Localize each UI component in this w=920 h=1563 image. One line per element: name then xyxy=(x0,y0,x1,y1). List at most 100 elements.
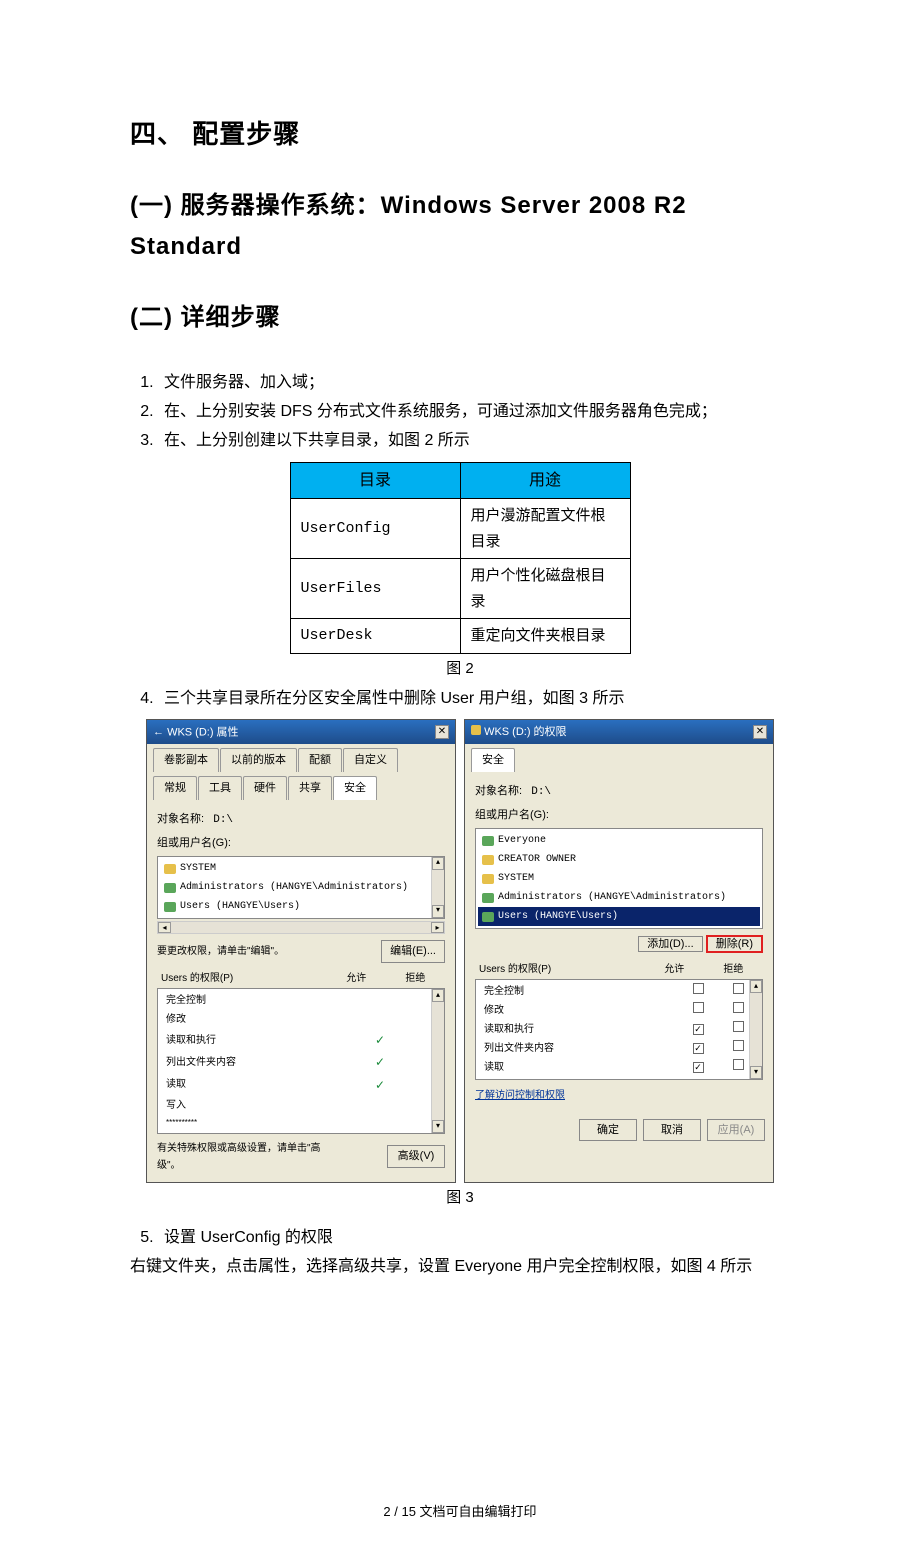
users-icon xyxy=(482,912,494,922)
h-scrollbar[interactable]: ◂▸ xyxy=(157,921,445,934)
deny-checkbox[interactable] xyxy=(733,1059,744,1070)
group-item[interactable]: Administrators (HANGYE\Administrators) xyxy=(180,879,408,896)
arrow-left-icon[interactable]: ◂ xyxy=(158,922,171,933)
edit-button[interactable]: 编辑(E)... xyxy=(381,940,445,963)
tab[interactable]: 共享 xyxy=(288,776,332,800)
ok-button[interactable]: 确定 xyxy=(579,1119,637,1142)
tab-security[interactable]: 安全 xyxy=(471,748,515,772)
tab[interactable]: 以前的版本 xyxy=(220,748,297,772)
perm-name: ********** xyxy=(162,1115,360,1131)
users-icon xyxy=(482,893,494,903)
tab-row-2[interactable]: 常规 工具 硬件 共享 安全 xyxy=(153,776,449,800)
deny-checkbox[interactable] xyxy=(733,1021,744,1032)
object-name-label: 对象名称: xyxy=(475,785,522,797)
title-text: ← WKS (D:) 属性 xyxy=(153,723,239,742)
perm-name: 修改 xyxy=(480,1001,678,1020)
deny-checkbox[interactable] xyxy=(733,1002,744,1013)
object-name-value: D:\ xyxy=(213,814,233,826)
step-5: 设置 UserConfig 的权限 xyxy=(158,1224,790,1251)
step-5-text: 右键文件夹，点击属性，选择高级共享，设置 Everyone 用户完全控制权限，如… xyxy=(130,1253,790,1280)
arrow-down-icon[interactable]: ▾ xyxy=(432,1120,444,1133)
step-2: 在、上分别安装 DFS 分布式文件系统服务，可通过添加文件服务器角色完成； xyxy=(158,398,790,425)
deny-checkbox[interactable] xyxy=(733,1040,744,1051)
tab[interactable]: 工具 xyxy=(198,776,242,800)
tab-security[interactable]: 安全 xyxy=(333,776,377,800)
th-dir: 目录 xyxy=(290,463,460,499)
groups-label: 组或用户名(G): xyxy=(157,834,445,853)
arrow-up-icon[interactable]: ▴ xyxy=(750,980,762,993)
groups-listbox[interactable]: Everyone CREATOR OWNER SYSTEM Administra… xyxy=(475,828,763,929)
deny-col: 拒绝 xyxy=(704,960,763,979)
perm-lbl: Users 的权限(P) xyxy=(157,969,327,988)
perm-name: 读取 xyxy=(480,1058,678,1077)
advanced-button[interactable]: 高级(V) xyxy=(387,1145,445,1168)
group-item[interactable]: Administrators (HANGYE\Administrators) xyxy=(498,889,726,906)
apply-button[interactable]: 应用(A) xyxy=(707,1119,765,1142)
arrow-right-icon[interactable]: ▸ xyxy=(431,922,444,933)
tab[interactable]: 配额 xyxy=(298,748,342,772)
group-item[interactable]: SYSTEM xyxy=(180,860,216,877)
group-item-selected[interactable]: Users (HANGYE\Users) xyxy=(498,908,618,925)
figure-2-caption: 图 2 xyxy=(130,656,790,682)
permissions-table: Users 的权限(P)允许拒绝 xyxy=(475,960,763,979)
group-item[interactable]: SYSTEM xyxy=(498,870,534,887)
allow-checkbox[interactable]: ✓ xyxy=(693,1062,704,1073)
check-icon: ✓ xyxy=(375,1033,385,1047)
titlebar[interactable]: ← WKS (D:) 属性 ✕ xyxy=(147,720,455,745)
td-use: 用户个性化磁盘根目录 xyxy=(460,559,630,619)
perm-name: 写入 xyxy=(162,1096,360,1115)
perm-name: 读取 xyxy=(162,1074,360,1096)
allow-checkbox[interactable] xyxy=(693,1002,704,1013)
users-icon xyxy=(164,883,176,893)
perm-name: 列出文件夹内容 xyxy=(480,1039,678,1058)
deny-checkbox[interactable] xyxy=(733,983,744,994)
tab[interactable]: 卷影副本 xyxy=(153,748,219,772)
deny-col: 拒绝 xyxy=(386,969,445,988)
heading-sub-2: (二) 详细步骤 xyxy=(130,298,790,339)
allow-checkbox[interactable]: ✓ xyxy=(693,1024,704,1035)
groups-label: 组或用户名(G): xyxy=(475,806,763,825)
group-item[interactable]: CREATOR OWNER xyxy=(498,851,576,868)
close-icon[interactable]: ✕ xyxy=(435,725,449,739)
user-icon xyxy=(164,864,176,874)
remove-button[interactable]: 删除(R) xyxy=(706,935,763,953)
perm-name: 读取和执行 xyxy=(480,1020,678,1039)
allow-checkbox[interactable] xyxy=(693,983,704,994)
object-name-label: 对象名称: xyxy=(157,813,204,825)
user-icon xyxy=(482,855,494,865)
group-item[interactable]: Everyone xyxy=(498,832,546,849)
tab-row-1[interactable]: 卷影副本 以前的版本 配额 自定义 xyxy=(153,748,449,772)
check-icon: ✓ xyxy=(375,1078,385,1092)
groups-listbox[interactable]: SYSTEM Administrators (HANGYE\Administra… xyxy=(157,856,445,919)
tab-row[interactable]: 安全 xyxy=(471,748,767,772)
arrow-up-icon[interactable]: ▴ xyxy=(432,989,444,1002)
help-link[interactable]: 了解访问控制和权限 xyxy=(475,1090,565,1101)
titlebar[interactable]: WKS (D:) 的权限 ✕ xyxy=(465,720,773,745)
th-use: 用途 xyxy=(460,463,630,499)
scrollbar[interactable]: ▴▾ xyxy=(431,857,444,918)
step-3: 在、上分别创建以下共享目录，如图 2 所示 xyxy=(158,427,790,454)
arrow-down-icon[interactable]: ▾ xyxy=(432,905,444,918)
permissions-dialog: WKS (D:) 的权限 ✕ 安全 对象名称: D:\ 组或用户名(G): Ev… xyxy=(464,719,774,1183)
td-dir: UserConfig xyxy=(290,499,460,559)
tab[interactable]: 常规 xyxy=(153,776,197,800)
user-icon xyxy=(482,874,494,884)
arrow-up-icon[interactable]: ▴ xyxy=(432,857,444,870)
object-name-value: D:\ xyxy=(531,786,551,798)
group-item[interactable]: Users (HANGYE\Users) xyxy=(180,898,300,915)
step-4: 三个共享目录所在分区安全属性中删除 User 用户组，如图 3 所示 xyxy=(158,685,790,712)
tab[interactable]: 自定义 xyxy=(343,748,398,772)
cancel-button[interactable]: 取消 xyxy=(643,1119,701,1142)
heading-sub-1: (一) 服务器操作系统：Windows Server 2008 R2 Stand… xyxy=(130,186,790,268)
share-dir-table: 目录用途 UserConfig用户漫游配置文件根目录 UserFiles用户个性… xyxy=(290,462,631,654)
allow-col: 允许 xyxy=(645,960,704,979)
heading-section-4: 四、 配置步骤 xyxy=(130,112,790,156)
add-button[interactable]: 添加(D)... xyxy=(638,936,702,952)
close-icon[interactable]: ✕ xyxy=(753,725,767,739)
scrollbar[interactable]: ▴▾ xyxy=(749,980,762,1079)
scrollbar[interactable]: ▴▾ xyxy=(431,989,444,1133)
allow-checkbox[interactable]: ✓ xyxy=(693,1043,704,1054)
step-1: 文件服务器、加入域； xyxy=(158,369,790,396)
tab[interactable]: 硬件 xyxy=(243,776,287,800)
arrow-down-icon[interactable]: ▾ xyxy=(750,1066,762,1079)
